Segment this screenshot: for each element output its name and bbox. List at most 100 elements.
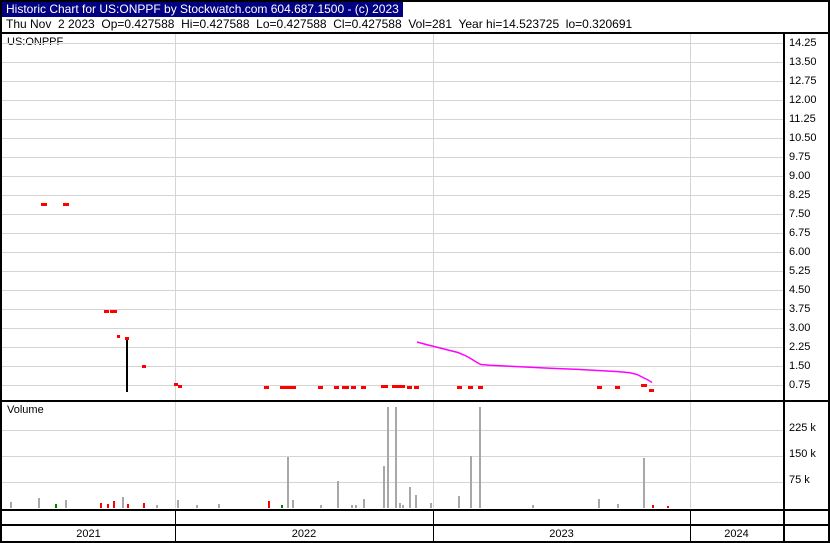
volume-bar <box>10 502 12 508</box>
volume-bar <box>268 501 270 508</box>
price-gridline <box>2 328 783 329</box>
price-gridline <box>2 271 783 272</box>
volume-bar <box>363 499 365 508</box>
volume-bar <box>532 505 534 508</box>
year-gridline <box>175 34 176 508</box>
volume-bar <box>177 500 179 508</box>
volume-bar <box>458 496 460 508</box>
symbol-label: US:ONPPF <box>7 36 64 48</box>
year-label: 2021 <box>76 528 101 540</box>
price-gridline <box>2 252 783 253</box>
price-tick-mark <box>110 310 117 313</box>
price-axis-label: 3.75 <box>789 303 811 315</box>
volume-bar <box>281 505 283 508</box>
price-tick-mark <box>414 386 419 389</box>
price-tick-mark <box>457 386 462 389</box>
volume-bar <box>415 495 417 508</box>
price-axis-label: 1.50 <box>789 360 811 372</box>
price-tick-mark <box>381 385 388 388</box>
price-tick-mark <box>641 384 647 387</box>
price-axis-label: 9.00 <box>789 170 811 182</box>
volume-axis-label: 75 k <box>789 474 810 486</box>
chart-canvas: Historic Chart for US:ONPPF by Stockwatc… <box>0 0 830 543</box>
price-axis-label: 13.50 <box>789 56 817 68</box>
volume-bar <box>107 504 109 508</box>
volume-gridline <box>2 456 783 457</box>
price-gridline <box>2 81 783 82</box>
price-tick-mark <box>351 386 356 389</box>
frame-hline <box>0 32 830 34</box>
price-tick-mark <box>615 386 620 389</box>
volume-bar <box>65 500 67 508</box>
volume-bar <box>292 500 294 508</box>
year-gridline <box>433 34 434 508</box>
price-tick-mark <box>292 386 296 389</box>
price-tick-mark <box>392 385 399 388</box>
price-tick-mark <box>117 335 120 338</box>
volume-bar <box>355 505 357 508</box>
volume-bar <box>100 503 102 508</box>
price-axis-label: 12.75 <box>789 75 817 87</box>
volume-bar <box>395 407 397 508</box>
volume-bar <box>196 505 198 508</box>
chart-title-bar: Historic Chart for US:ONPPF by Stockwatc… <box>2 2 403 17</box>
price-tick-mark <box>399 385 405 388</box>
price-gridline <box>2 290 783 291</box>
price-axis-label: 10.50 <box>789 132 817 144</box>
frame-hline <box>0 509 830 511</box>
price-gridline <box>2 309 783 310</box>
price-gridline <box>2 347 783 348</box>
volume-bar <box>320 505 322 508</box>
volume-bar <box>430 503 432 508</box>
volume-bar <box>127 504 129 508</box>
volume-bar <box>387 407 389 508</box>
volume-gridline <box>2 430 783 431</box>
price-tick-mark <box>334 386 339 389</box>
price-tick-mark <box>342 386 349 389</box>
price-gridline <box>2 195 783 196</box>
volume-bar <box>351 505 353 508</box>
volume-bar <box>667 506 669 508</box>
price-tick-mark <box>478 386 483 389</box>
price-tick-mark <box>142 365 146 368</box>
volume-gridline <box>2 482 783 483</box>
volume-bar <box>337 481 339 508</box>
price-axis-label: 4.50 <box>789 284 811 296</box>
volume-bar <box>38 498 40 508</box>
volume-bar <box>218 504 220 508</box>
price-tick-mark <box>468 386 473 389</box>
price-tick-mark <box>361 386 366 389</box>
price-tick-mark <box>264 386 269 389</box>
price-tick-mark <box>597 386 602 389</box>
price-axis-label: 12.00 <box>789 94 817 106</box>
frame-vline-left <box>0 0 2 543</box>
price-gridline <box>2 176 783 177</box>
volume-bar <box>617 504 619 508</box>
volume-bar <box>383 466 385 508</box>
year-label: 2022 <box>291 528 317 540</box>
price-axis-label: 2.25 <box>789 341 811 353</box>
price-tick-mark <box>407 386 412 389</box>
volume-bar <box>122 497 124 508</box>
year-gridline <box>690 34 691 508</box>
frame-vline-axis <box>783 32 785 543</box>
volume-axis-label: 225 k <box>789 422 816 434</box>
price-tick-mark <box>125 337 129 340</box>
year-label: 2023 <box>549 528 574 540</box>
price-gridline <box>2 214 783 215</box>
volume-bar <box>479 407 481 508</box>
price-axis-label: 9.75 <box>789 151 811 163</box>
price-gridline <box>2 138 783 139</box>
price-axis-label: 6.00 <box>789 246 811 258</box>
price-tick-mark <box>41 203 47 206</box>
volume-bar <box>399 503 401 508</box>
price-tick-mark <box>649 389 654 392</box>
year-label: 2024 <box>724 528 749 540</box>
volume-bar <box>156 505 158 508</box>
volume-bar <box>470 456 472 508</box>
price-axis-label: 5.25 <box>789 265 811 277</box>
price-axis-label: 8.25 <box>789 189 811 201</box>
price-axis-label: 3.00 <box>789 322 811 334</box>
price-tick-mark <box>104 310 109 313</box>
volume-bar <box>652 505 654 508</box>
